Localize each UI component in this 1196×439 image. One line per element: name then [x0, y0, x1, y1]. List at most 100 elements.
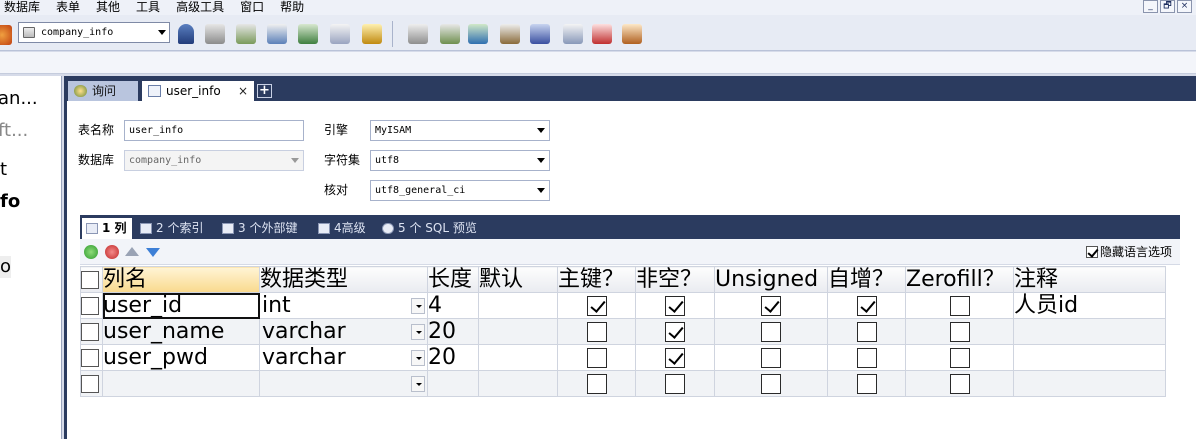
tab-columns[interactable]: 1 列 [82, 218, 132, 239]
default-cell[interactable] [478, 292, 558, 319]
object-item[interactable]: an... [0, 88, 38, 110]
menu-database[interactable]: 数据库 [0, 0, 48, 15]
tab-indexes[interactable]: 2 个索引 [136, 218, 214, 239]
new-table-icon[interactable] [236, 24, 256, 44]
sync-icon[interactable] [468, 24, 488, 44]
default-cell[interactable] [478, 370, 558, 397]
menu-advanced-tools[interactable]: 高级工具 [168, 0, 232, 15]
row-select-cell[interactable] [80, 344, 103, 371]
auto-increment-cell[interactable] [827, 292, 906, 319]
zerofill-cell[interactable] [905, 292, 1014, 319]
primary-key-checkbox[interactable] [586, 321, 607, 342]
database-server-icon[interactable] [530, 24, 550, 44]
object-item[interactable]: t [0, 159, 7, 181]
header-zerofill[interactable]: Zerofill？ [905, 266, 1014, 293]
schema-icon[interactable] [408, 24, 428, 44]
column-name-cell[interactable]: user_name [102, 318, 260, 345]
not-null-checkbox[interactable] [665, 295, 685, 316]
hide-language-checkbox[interactable] [1085, 246, 1098, 258]
restore-button[interactable]: 🗗 [1160, 0, 1175, 13]
row-select-cell[interactable] [80, 292, 103, 319]
add-column-icon[interactable] [84, 245, 98, 259]
data-type-cell[interactable] [259, 370, 428, 397]
data-type-cell[interactable]: int [259, 292, 428, 319]
header-column-name[interactable]: 列名 [102, 266, 260, 293]
row-select-checkbox[interactable] [81, 296, 99, 315]
unsigned-cell[interactable] [714, 318, 828, 345]
tab-advanced[interactable]: 4高级 [314, 218, 374, 239]
row-select-cell[interactable] [80, 318, 103, 345]
object-item[interactable]: fo [0, 191, 20, 213]
column-name-cell[interactable] [102, 370, 260, 397]
dropdown-icon[interactable] [411, 376, 425, 392]
row-select-checkbox[interactable] [81, 348, 99, 367]
minimize-button[interactable]: _ [1143, 0, 1158, 13]
not-null-checkbox[interactable] [665, 373, 685, 394]
header-unsigned[interactable]: Unsigned [714, 266, 828, 293]
import-icon[interactable] [500, 24, 520, 44]
tab-user-info[interactable]: user_info × [142, 81, 254, 101]
database-select[interactable]: company_info [124, 150, 304, 171]
header-auto-increment[interactable]: 自增？ [827, 266, 906, 293]
row-select-cell[interactable] [80, 370, 103, 397]
default-cell[interactable] [478, 318, 558, 345]
unsigned-checkbox[interactable] [761, 347, 781, 368]
comment-cell[interactable] [1013, 344, 1166, 371]
dropdown-icon[interactable] [411, 350, 425, 366]
refresh-icon[interactable] [0, 25, 12, 45]
comment-cell[interactable]: 人员id [1013, 292, 1166, 319]
close-window-button[interactable]: × [1177, 0, 1192, 13]
zerofill-cell[interactable] [905, 318, 1014, 345]
row-select-checkbox[interactable] [81, 322, 99, 341]
table-lock-icon[interactable] [362, 24, 382, 44]
tab-foreign-keys[interactable]: 3 个外部键 [218, 218, 310, 239]
primary-key-checkbox[interactable] [586, 295, 607, 316]
header-data-type[interactable]: 数据类型 [259, 266, 428, 293]
header-not-null[interactable]: 非空？ [635, 266, 715, 293]
comment-cell[interactable] [1013, 318, 1166, 345]
refresh-table-icon[interactable] [267, 24, 287, 44]
comment-cell[interactable] [1013, 370, 1166, 397]
charset-select[interactable]: utf8 [370, 150, 550, 171]
auto-increment-checkbox[interactable] [856, 321, 877, 342]
select-all-cell[interactable] [80, 266, 103, 293]
primary-key-checkbox[interactable] [586, 373, 607, 394]
add-tab-button[interactable]: + [257, 84, 272, 98]
object-item[interactable]: ft... [0, 120, 28, 142]
auto-increment-cell[interactable] [827, 318, 906, 345]
tab-query[interactable]: 询问 [68, 81, 138, 101]
new-database-icon[interactable] [205, 24, 225, 44]
not-null-cell[interactable] [635, 370, 715, 397]
table-name-input[interactable]: user_info [124, 120, 304, 141]
menu-tools[interactable]: 工具 [128, 0, 168, 15]
query-builder-icon[interactable] [592, 24, 612, 44]
move-up-icon[interactable] [125, 247, 139, 256]
menu-other[interactable]: 其他 [88, 0, 128, 15]
primary-key-cell[interactable] [557, 370, 636, 397]
dropdown-icon[interactable] [411, 324, 425, 340]
not-null-checkbox[interactable] [665, 347, 685, 368]
row-select-checkbox[interactable] [81, 374, 99, 393]
primary-key-checkbox[interactable] [586, 347, 607, 368]
object-item[interactable]: o [0, 256, 12, 278]
not-null-cell[interactable] [635, 318, 715, 345]
menu-table[interactable]: 表单 [48, 0, 88, 15]
primary-key-cell[interactable] [557, 318, 636, 345]
zerofill-cell[interactable] [905, 344, 1014, 371]
unsigned-cell[interactable] [714, 370, 828, 397]
header-comment[interactable]: 注释 [1013, 266, 1166, 293]
auto-increment-checkbox[interactable] [856, 295, 877, 316]
column-name-cell[interactable]: user_id [102, 292, 260, 319]
database-selector[interactable]: company_info [18, 22, 170, 43]
primary-key-cell[interactable] [557, 292, 636, 319]
unsigned-checkbox[interactable] [761, 295, 781, 316]
remove-column-icon[interactable] [105, 245, 119, 259]
monitor-icon[interactable] [563, 24, 583, 44]
user-icon[interactable] [178, 24, 194, 44]
length-cell[interactable] [427, 370, 479, 397]
zerofill-checkbox[interactable] [949, 295, 970, 316]
unsigned-checkbox[interactable] [761, 321, 781, 342]
length-cell[interactable]: 20 [427, 344, 479, 371]
unsigned-checkbox[interactable] [761, 373, 781, 394]
hide-language-option[interactable]: 隐藏语言选项 [1085, 245, 1172, 259]
